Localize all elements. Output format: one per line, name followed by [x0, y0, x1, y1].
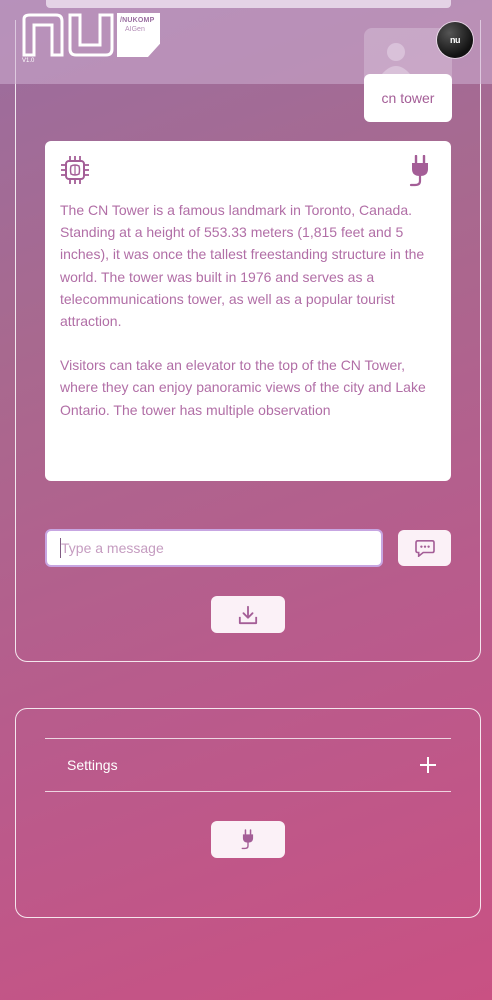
brand-badge: /NUKOMP AIGen: [117, 13, 160, 57]
brand-subtitle: AIGen: [125, 26, 145, 33]
user-message-text: cn tower: [381, 90, 435, 106]
bot-message-card: The CN Tower is a famous landmark in Tor…: [45, 141, 451, 481]
plus-icon[interactable]: [419, 756, 437, 774]
message-icon: [414, 539, 435, 557]
download-chat-button[interactable]: [211, 596, 285, 633]
brand-title: /NUKOMP: [120, 17, 155, 24]
send-message-button[interactable]: [398, 530, 451, 566]
plug-icon[interactable]: [409, 155, 431, 187]
avatar-initials: nu: [450, 35, 461, 45]
settings-label: Settings: [67, 757, 118, 773]
user-message-bubble: cn tower: [364, 74, 452, 122]
bot-paragraph: The CN Tower is a famous landmark in Tor…: [60, 202, 425, 330]
message-input[interactable]: [45, 529, 383, 567]
app-header: V1.0 /NUKOMP AIGen nu: [0, 0, 492, 84]
download-icon: [238, 605, 258, 624]
plug-icon: [241, 829, 254, 850]
version-label: V1.0: [22, 58, 35, 64]
text-caret: [60, 538, 61, 558]
app-logo[interactable]: V1.0: [22, 13, 114, 64]
bot-paragraph: Visitors can take an elevator to the top…: [60, 357, 426, 418]
profile-avatar-button[interactable]: nu: [437, 22, 473, 58]
bot-message-text: The CN Tower is a famous landmark in Tor…: [60, 199, 432, 443]
chip-icon: [61, 156, 89, 184]
plugin-button[interactable]: [211, 821, 285, 858]
settings-accordion[interactable]: Settings: [45, 738, 451, 792]
nu-logo-icon: [22, 13, 114, 57]
